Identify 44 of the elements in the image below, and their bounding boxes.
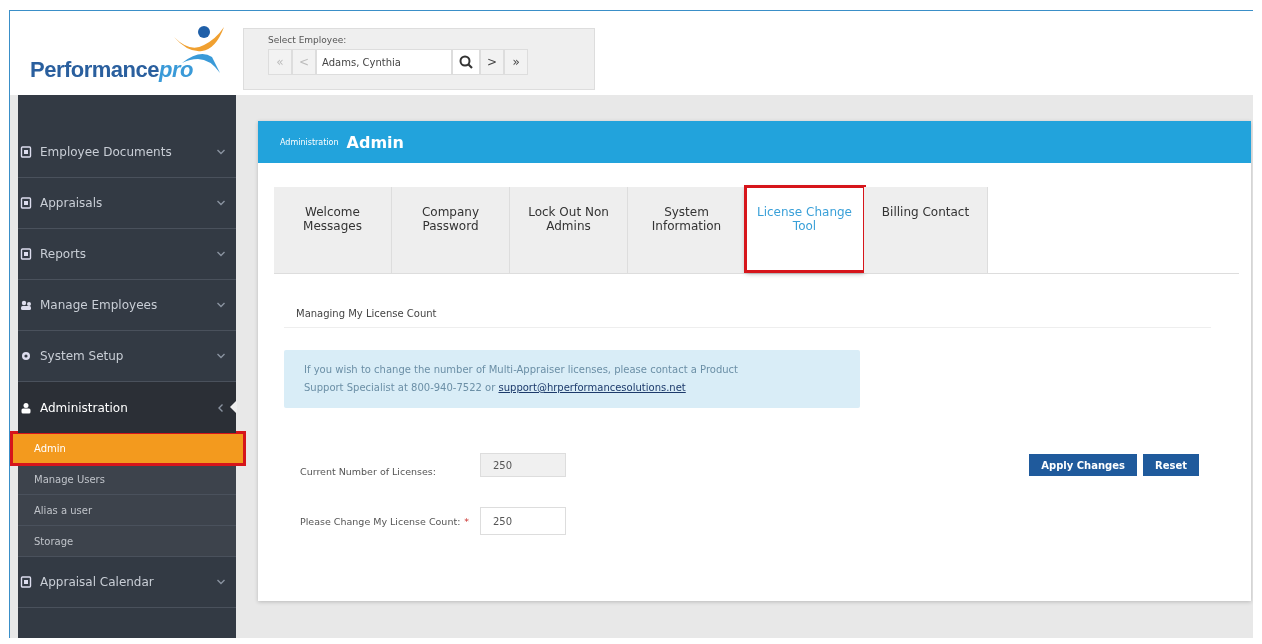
sidebar-item[interactable]: Employee Documents — [18, 127, 236, 178]
employee-field[interactable]: Adams, Cynthia — [316, 49, 453, 75]
sidebar-subitem[interactable]: Storage — [18, 526, 236, 557]
selector-label: Select Employee: — [268, 35, 348, 45]
logo-name: Performance — [30, 57, 159, 82]
sidebar-item[interactable]: Reports — [18, 229, 236, 280]
sidebar-subitem[interactable]: Manage Users — [18, 464, 236, 495]
chevron-icon — [216, 300, 226, 310]
action-button[interactable]: Reset — [1143, 454, 1199, 476]
sidebar-item[interactable]: Appraisal Calendar — [18, 557, 236, 608]
tab[interactable]: Lock Out Non Admins — [510, 187, 628, 273]
breadcrumb: Administration — [280, 137, 339, 147]
sidebar-subitem[interactable]: Alias a user — [18, 495, 236, 526]
field-label: Current Number of Licenses: — [300, 465, 437, 477]
field-label: Please Change My License Count: — [300, 515, 461, 527]
tab[interactable]: Billing Contact — [864, 187, 988, 273]
people-icon — [20, 299, 32, 311]
tab[interactable]: Welcome Messages — [274, 187, 392, 273]
tab[interactable]: Company Password — [392, 187, 510, 273]
info-text: If you wish to change the number of Multi-Appraiser licenses, please contact a Product Support Specialist at 800-940-7522 or support@hrperformancesolutions.net — [304, 363, 740, 395]
action-button[interactable]: Apply Changes — [1029, 454, 1137, 476]
sidebar-item[interactable]: Appraisals — [18, 178, 236, 229]
chevron-icon — [216, 351, 226, 361]
page-title: Admin — [346, 132, 404, 152]
tab[interactable]: System Information — [628, 187, 746, 273]
section-title: Managing My License Count — [284, 274, 1211, 328]
chevron-icon — [216, 147, 226, 157]
chevron-icon — [216, 249, 226, 259]
pointer-icon — [230, 400, 237, 414]
chevron-icon — [216, 198, 226, 208]
user-icon — [20, 401, 32, 414]
next-button[interactable]: > — [480, 49, 505, 75]
document-icon — [20, 146, 32, 158]
search-icon — [459, 55, 474, 69]
required-mark: * — [464, 515, 470, 527]
last-button[interactable]: » — [504, 49, 529, 75]
chevron-icon — [216, 577, 226, 587]
email-link[interactable]: support@hrperformancesolutions.net — [498, 382, 686, 393]
sidebar-item[interactable]: Administration — [18, 382, 236, 433]
sidebar-item[interactable]: Manage Employees — [18, 280, 236, 331]
chevron-icon — [216, 402, 226, 413]
search-button[interactable] — [452, 49, 481, 75]
logo-suffix: pro — [159, 57, 193, 82]
number-field[interactable]: 250 — [480, 507, 566, 535]
